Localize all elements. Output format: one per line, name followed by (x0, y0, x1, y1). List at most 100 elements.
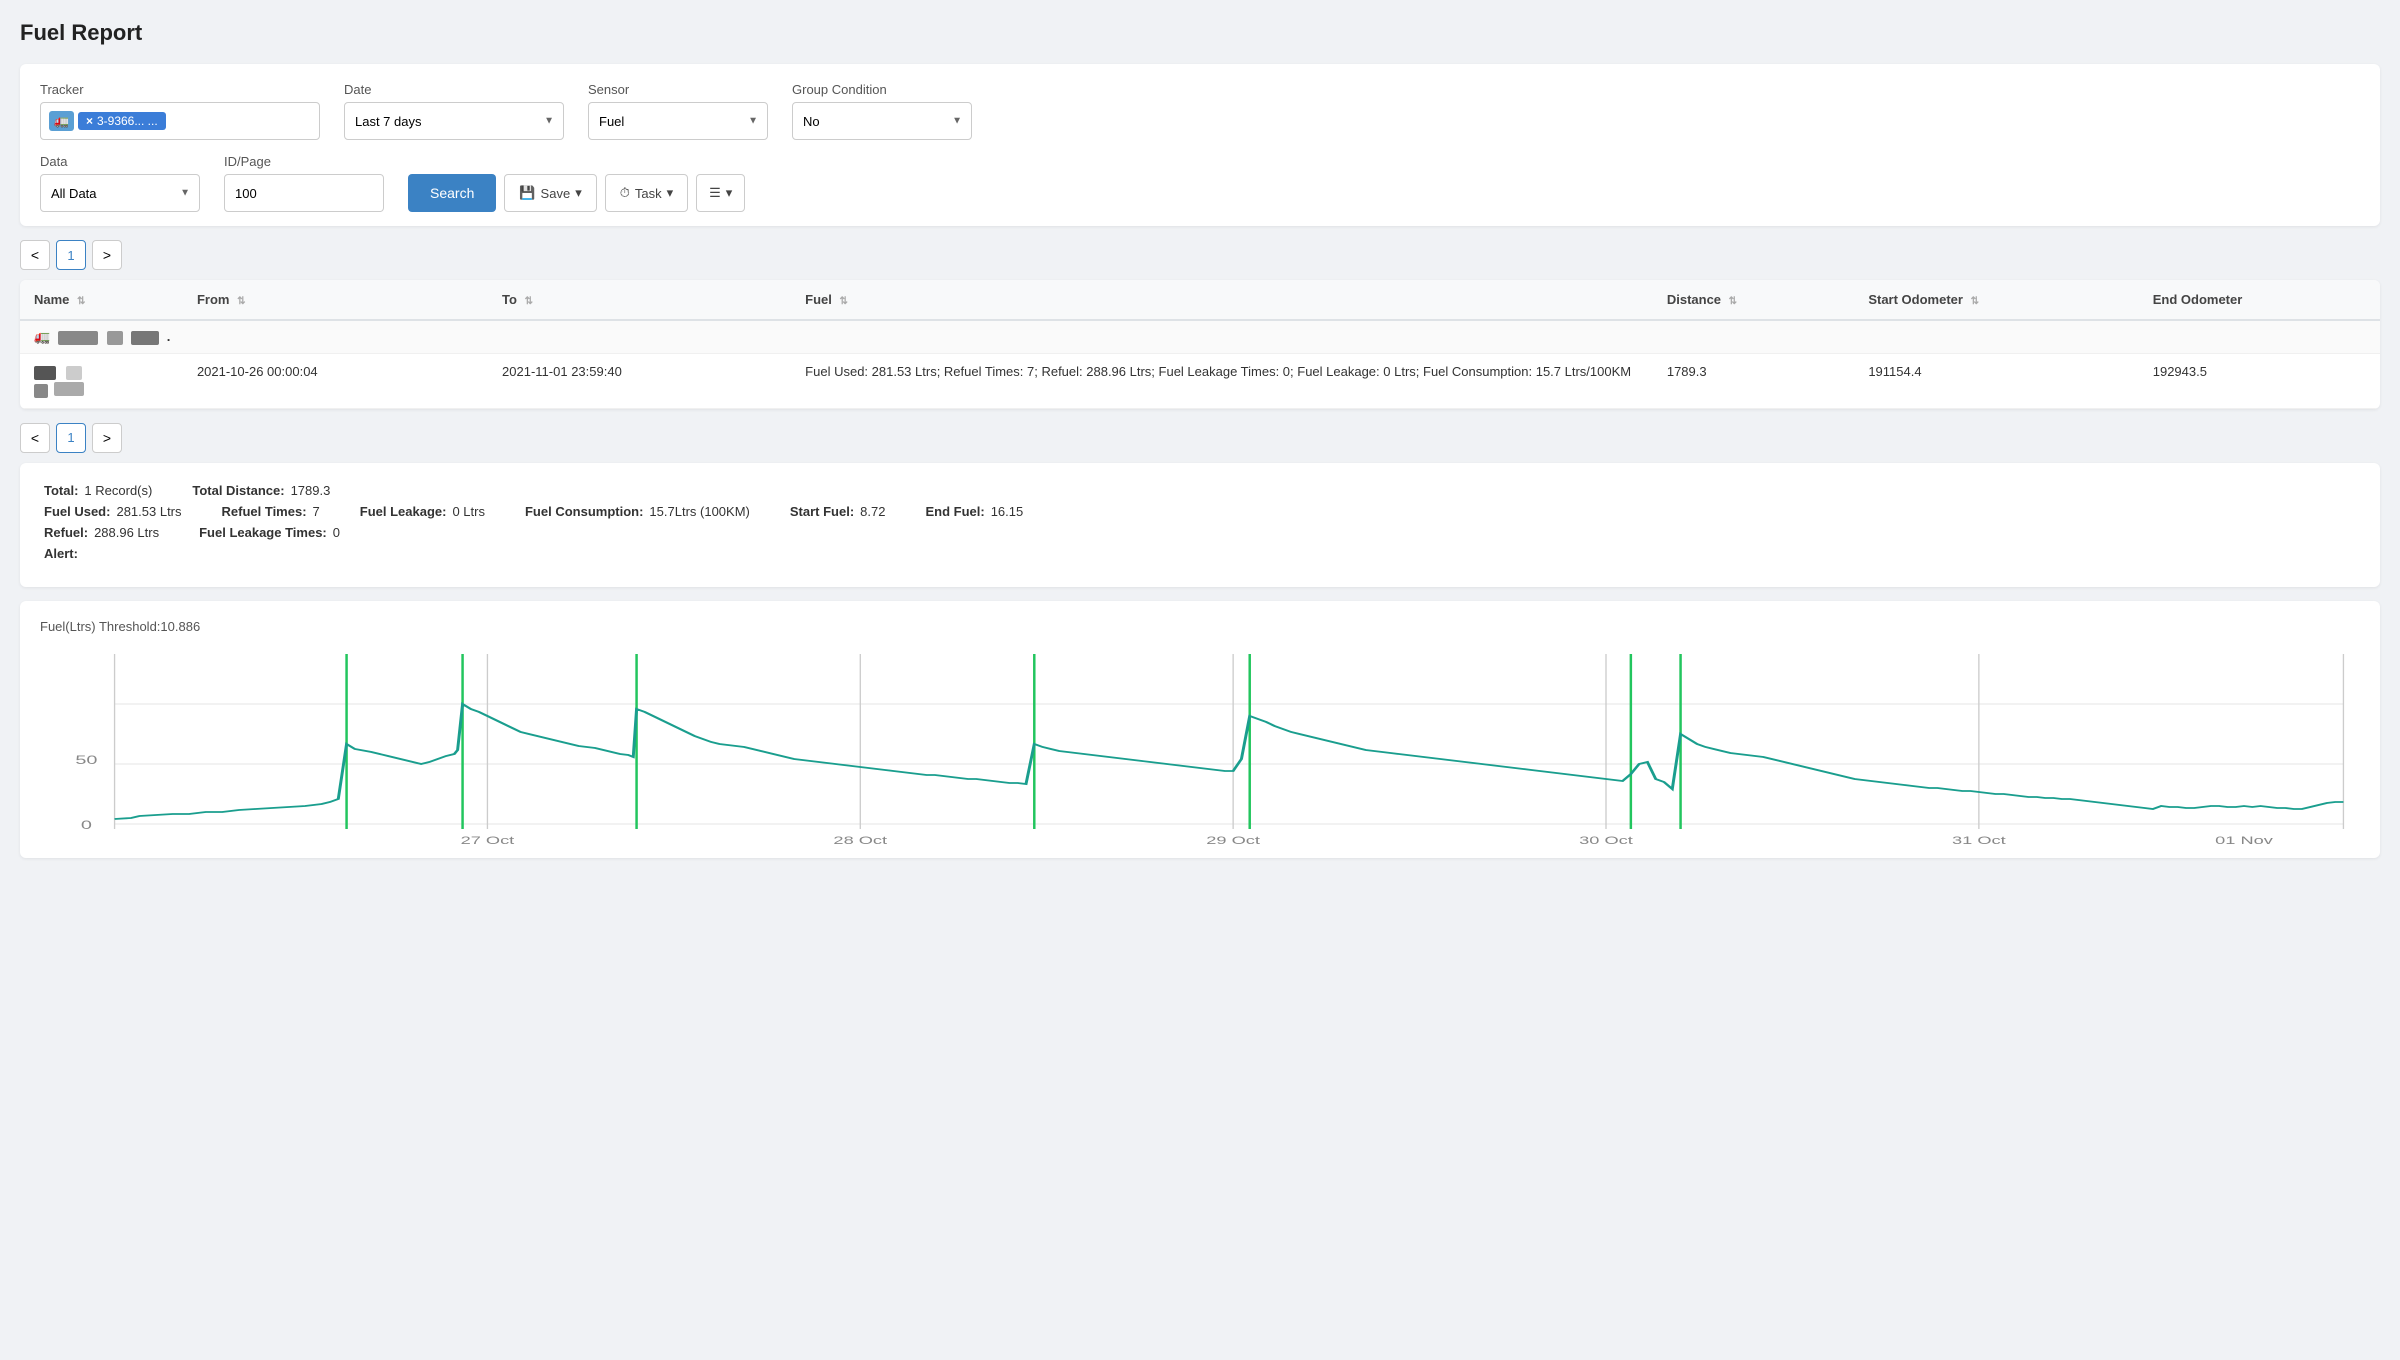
end-fuel-value: 16.15 (991, 504, 1024, 519)
clock-icon: ⏱ (620, 185, 630, 201)
summary-section: Total: 1 Record(s) Total Distance: 1789.… (20, 463, 2380, 587)
tracker-tag-label: 3-9366... ... (97, 114, 158, 128)
list-chevron: ▾ (726, 185, 733, 201)
task-label: Task (635, 186, 662, 201)
row-end-odometer: 192943.5 (2139, 354, 2380, 409)
save-button[interactable]: 💾 Save ▾ (504, 174, 596, 212)
refuel-times-value: 7 (313, 504, 320, 519)
task-chevron: ▾ (667, 185, 674, 201)
id-page-label: ID/Page (224, 154, 384, 169)
svg-text:0: 0 (81, 818, 92, 831)
end-fuel-label: End Fuel: (925, 504, 984, 519)
current-page-bottom: 1 (56, 423, 86, 453)
table-row: 2021-10-26 00:00:04 2021-11-01 23:59:40 … (20, 354, 2380, 409)
to-sort-icon[interactable]: ⇅ (525, 296, 533, 307)
name-sort-icon[interactable]: ⇅ (77, 296, 85, 307)
fuel-leakage-value: 0 Ltrs (452, 504, 485, 519)
page-title: Fuel Report (20, 20, 2380, 46)
data-filter-select-wrapper: All Data Filtered Data (40, 174, 200, 212)
fuel-used-value: 281.53 Ltrs (116, 504, 181, 519)
col-to: To ⇅ (488, 280, 791, 320)
floppy-icon: 💾 (519, 185, 535, 201)
sensor-group: Sensor Fuel Temperature Speed (588, 82, 768, 140)
svg-text:50: 50 (75, 753, 97, 766)
svg-text:29 Oct: 29 Oct (1206, 834, 1261, 843)
alert-label: Alert: (44, 546, 78, 561)
search-button[interactable]: Search (408, 174, 496, 212)
id-page-group: ID/Page (224, 154, 384, 212)
filter-section: Tracker 🚛 × 3-9366... ... Date Last 7 da… (20, 64, 2380, 226)
group-condition-select-wrapper: No Yes (792, 102, 972, 140)
tracker-tag-remove[interactable]: × (86, 114, 93, 128)
start-fuel-label: Start Fuel: (790, 504, 854, 519)
row-fuel: Fuel Used: 281.53 Ltrs; Refuel Times: 7;… (791, 354, 1653, 409)
data-table: Name ⇅ From ⇅ To ⇅ Fuel ⇅ Distance ⇅ Sta… (20, 280, 2380, 409)
fuel-leakage-times-value: 0 (333, 525, 340, 540)
svg-text:30 Oct: 30 Oct (1579, 834, 1634, 843)
fuel-leakage-times-label: Fuel Leakage Times: (199, 525, 327, 540)
svg-text:01 Nov: 01 Nov (2215, 834, 2273, 843)
prev-page-button[interactable]: < (20, 240, 50, 270)
chart-section: Fuel(Ltrs) Threshold:10.886 0 50 (20, 601, 2380, 858)
task-button[interactable]: ⏱ Task ▾ (605, 174, 688, 212)
group-condition-group: Group Condition No Yes (792, 82, 972, 140)
next-page-button[interactable]: > (92, 240, 122, 270)
fuel-used-label: Fuel Used: (44, 504, 110, 519)
col-end-odometer: End Odometer (2139, 280, 2380, 320)
col-from: From ⇅ (183, 280, 488, 320)
save-label: Save (541, 186, 571, 201)
col-name: Name ⇅ (20, 280, 183, 320)
refuel-times-label: Refuel Times: (222, 504, 307, 519)
from-sort-icon[interactable]: ⇅ (237, 296, 245, 307)
refuel-label: Refuel: (44, 525, 88, 540)
tracker-group: Tracker 🚛 × 3-9366... ... (40, 82, 320, 140)
svg-text:28 Oct: 28 Oct (833, 834, 888, 843)
name-block-3 (131, 331, 159, 345)
name-dot: . (167, 329, 171, 344)
date-label: Date (344, 82, 564, 97)
row-start-odometer: 191154.4 (1854, 354, 2138, 409)
prev-page-button-bottom[interactable]: < (20, 423, 50, 453)
fuel-chart: 0 50 (40, 644, 2360, 844)
total-distance-label: Total Distance: (192, 483, 284, 498)
group-row-name: 🚛 . (20, 320, 2380, 354)
toolbar: Search 💾 Save ▾ ⏱ Task ▾ ☰ ▾ (408, 174, 745, 212)
name-block-2 (107, 331, 123, 345)
total-value: 1 Record(s) (84, 483, 152, 498)
group-condition-select[interactable]: No Yes (792, 102, 972, 140)
data-filter-group: Data All Data Filtered Data (40, 154, 200, 212)
fuel-sort-icon[interactable]: ⇅ (840, 296, 848, 307)
distance-sort-icon[interactable]: ⇅ (1729, 296, 1737, 307)
start-fuel-value: 8.72 (860, 504, 885, 519)
fuel-consumption-label: Fuel Consumption: (525, 504, 643, 519)
tracker-input[interactable]: 🚛 × 3-9366... ... (40, 102, 320, 140)
row-name-text (54, 382, 84, 396)
data-filter-label: Data (40, 154, 200, 169)
group-condition-label: Group Condition (792, 82, 972, 97)
row-name (20, 354, 183, 409)
list-button[interactable]: ☰ ▾ (696, 174, 745, 212)
sensor-select[interactable]: Fuel Temperature Speed (588, 102, 768, 140)
next-page-button-bottom[interactable]: > (92, 423, 122, 453)
toolbar-group: a Search 💾 Save ▾ ⏱ Task ▾ ☰ (408, 154, 745, 212)
col-fuel: Fuel ⇅ (791, 280, 1653, 320)
data-filter-select[interactable]: All Data Filtered Data (40, 174, 200, 212)
sensor-select-wrapper: Fuel Temperature Speed (588, 102, 768, 140)
id-page-input[interactable] (224, 174, 384, 212)
row-name-icon2 (34, 384, 48, 398)
tracker-tag: × 3-9366... ... (78, 112, 166, 130)
refuel-value: 288.96 Ltrs (94, 525, 159, 540)
date-select[interactable]: Last 7 days Today Yesterday This Week Th… (344, 102, 564, 140)
row-to: 2021-11-01 23:59:40 (488, 354, 791, 409)
tracker-label: Tracker (40, 82, 320, 97)
save-chevron: ▾ (575, 185, 582, 201)
row-name-icon (34, 366, 56, 380)
list-icon: ☰ (709, 185, 721, 201)
pagination-top: < 1 > (20, 240, 2380, 270)
svg-text:27 Oct: 27 Oct (461, 834, 516, 843)
row-from: 2021-10-26 00:00:04 (183, 354, 488, 409)
row-distance: 1789.3 (1653, 354, 1854, 409)
name-block-1 (58, 331, 98, 345)
total-distance-value: 1789.3 (291, 483, 331, 498)
start-odo-sort-icon[interactable]: ⇅ (1971, 296, 1979, 307)
